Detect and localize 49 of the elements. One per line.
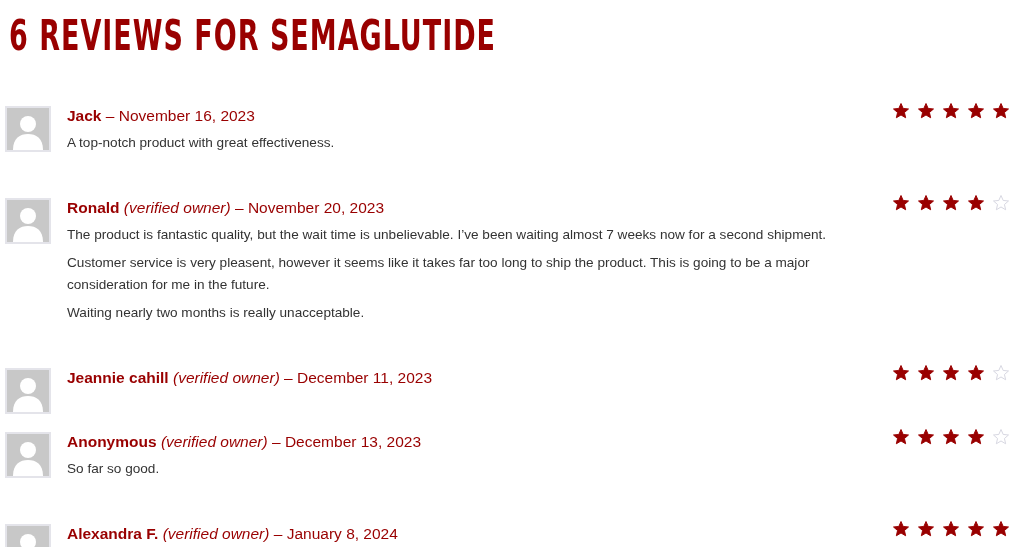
- filled-star-icon: [917, 364, 935, 382]
- filled-star-icon: [942, 102, 960, 120]
- review-author: Jack: [67, 107, 102, 124]
- review-author: Jeannie cahill: [67, 369, 169, 386]
- review-author: Anonymous: [67, 433, 157, 450]
- filled-star-icon: [992, 520, 1010, 538]
- filled-star-icon: [892, 520, 910, 538]
- filled-star-icon: [967, 520, 985, 538]
- review-author: Alexandra F.: [67, 525, 159, 542]
- filled-star-icon: [967, 428, 985, 446]
- filled-star-icon: [942, 194, 960, 212]
- verified-owner-label: (verified owner): [162, 525, 270, 542]
- review-text: Waiting nearly two months is really unacceptable.: [67, 304, 366, 322]
- filled-star-icon: [942, 520, 960, 538]
- empty-star-icon: [992, 364, 1010, 382]
- filled-star-icon: [892, 102, 910, 120]
- filled-star-icon: [917, 102, 935, 120]
- filled-star-icon: [917, 428, 935, 446]
- review-date: – December 13, 2023: [272, 433, 422, 450]
- empty-star-icon: [992, 428, 1010, 446]
- review-text: So far so good.: [67, 460, 161, 478]
- review-text: A top-notch product with great effectiveness.: [67, 134, 336, 152]
- filled-star-icon: [892, 428, 910, 446]
- filled-star-icon: [892, 364, 910, 382]
- avatar-icon: [5, 198, 51, 244]
- review-date: – January 8, 2024: [273, 525, 398, 542]
- avatar-icon: [5, 368, 51, 414]
- avatar-icon: [5, 106, 51, 152]
- filled-star-icon: [917, 520, 935, 538]
- filled-star-icon: [917, 194, 935, 212]
- review-date: – November 20, 2023: [234, 199, 385, 216]
- filled-star-icon: [992, 102, 1010, 120]
- filled-star-icon: [967, 364, 985, 382]
- verified-owner-label: (verified owner): [160, 433, 268, 450]
- filled-star-icon: [942, 428, 960, 446]
- filled-star-icon: [892, 194, 910, 212]
- review-date: – December 11, 2023: [284, 369, 433, 386]
- review-text: Customer service is very pleasent, however it seems like it takes far too long to ship the product. This is going to be a major consideration for me in the future.: [67, 254, 811, 294]
- avatar-icon: [5, 432, 51, 478]
- empty-star-icon: [992, 194, 1010, 212]
- review-text: The product is fantastic quality, but the wait time is unbelievable. I’ve been waiting almost 7 weeks now for a second shipment.: [67, 226, 828, 244]
- review-author: Ronald: [67, 199, 120, 216]
- review-date: – November 16, 2023: [105, 107, 255, 124]
- verified-owner-label: (verified owner): [123, 199, 231, 216]
- filled-star-icon: [942, 364, 960, 382]
- verified-owner-label: (verified owner): [173, 369, 280, 386]
- filled-star-icon: [967, 102, 985, 120]
- filled-star-icon: [967, 194, 985, 212]
- page-title: 6 REVIEWS FOR SEMAGLUTIDE: [9, 14, 497, 58]
